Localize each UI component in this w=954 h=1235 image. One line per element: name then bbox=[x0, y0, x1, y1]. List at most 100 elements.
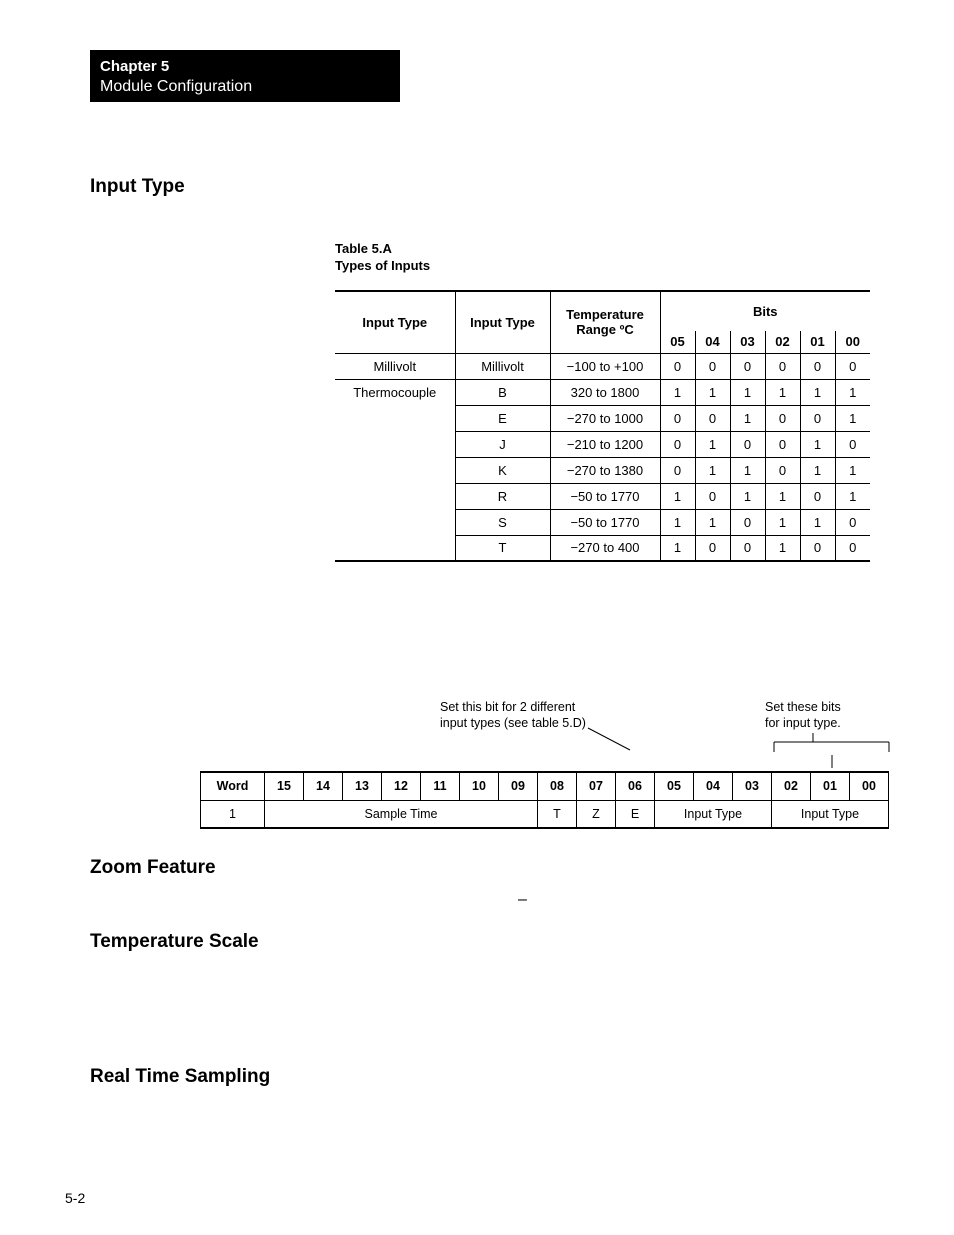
page-number: 5-2 bbox=[65, 1190, 85, 1206]
cell-bit: 1 bbox=[800, 509, 835, 535]
table-row: 1 Sample Time T Z E Input Type Input Typ… bbox=[201, 800, 889, 828]
th-bit-04: 04 bbox=[695, 331, 730, 353]
cell-type: S bbox=[455, 509, 550, 535]
cell-z: Z bbox=[577, 800, 616, 828]
section-heading-input-type: Input Type bbox=[90, 176, 185, 198]
annotation-line: for input type. bbox=[765, 716, 841, 730]
cell-input-type-a: Input Type bbox=[655, 800, 772, 828]
cell-bit: 1 bbox=[800, 431, 835, 457]
cell-bit: 0 bbox=[660, 353, 695, 379]
th-bit-02: 02 bbox=[772, 772, 811, 800]
cell-sample-time: Sample Time bbox=[265, 800, 538, 828]
cell-range: 320 to 1800 bbox=[550, 379, 660, 405]
th-bit-11: 11 bbox=[421, 772, 460, 800]
cell-bit: 0 bbox=[695, 405, 730, 431]
cell-bit: 0 bbox=[660, 457, 695, 483]
th-bit-01: 01 bbox=[800, 331, 835, 353]
cell-input-type-b: Input Type bbox=[772, 800, 889, 828]
th-word: Word bbox=[201, 772, 265, 800]
cell-type: K bbox=[455, 457, 550, 483]
table-5a: Input Type Input Type Temperature Range … bbox=[335, 290, 870, 562]
cell-bit: 0 bbox=[695, 483, 730, 509]
cell-bit: 1 bbox=[730, 379, 765, 405]
cell-bit: 1 bbox=[800, 379, 835, 405]
cell-bit: 1 bbox=[660, 535, 695, 561]
cell-bit: 1 bbox=[835, 483, 870, 509]
cell-type: B bbox=[455, 379, 550, 405]
th-bit-03: 03 bbox=[730, 331, 765, 353]
cell-bit: 1 bbox=[695, 379, 730, 405]
cell-bit: 0 bbox=[730, 509, 765, 535]
th-bit-04: 04 bbox=[694, 772, 733, 800]
annotation-line: input types (see table 5.D) bbox=[440, 716, 586, 730]
annotation-set-bit-two-types: Set this bit for 2 different input types… bbox=[440, 700, 620, 731]
cell-range: −210 to 1200 bbox=[550, 431, 660, 457]
cell-bit: 0 bbox=[835, 431, 870, 457]
cell-bit: 0 bbox=[730, 353, 765, 379]
th-input-type-b: Input Type bbox=[455, 291, 550, 353]
cell-bit: 1 bbox=[730, 457, 765, 483]
cell-range: −270 to 1000 bbox=[550, 405, 660, 431]
cell-type: E bbox=[455, 405, 550, 431]
cell-bit: 0 bbox=[765, 353, 800, 379]
th-temp-line1: Temperature bbox=[566, 307, 644, 322]
cell-bit: 1 bbox=[660, 483, 695, 509]
cell-bit: 0 bbox=[765, 431, 800, 457]
chapter-label: Chapter 5 bbox=[100, 57, 390, 77]
section-heading-zoom: Zoom Feature bbox=[90, 857, 216, 879]
table-row: Millivolt Millivolt −100 to +100 0 0 0 0… bbox=[335, 353, 870, 379]
cell-bit: 0 bbox=[800, 405, 835, 431]
cell-range: −100 to +100 bbox=[550, 353, 660, 379]
cell-type: T bbox=[455, 535, 550, 561]
cell-bit: 1 bbox=[695, 457, 730, 483]
table-5a-title-line1: Table 5.A bbox=[335, 241, 392, 256]
th-bit-06: 06 bbox=[616, 772, 655, 800]
cell-bit: 0 bbox=[800, 535, 835, 561]
cell-bit: 0 bbox=[765, 457, 800, 483]
cell-range: −270 to 1380 bbox=[550, 457, 660, 483]
annotation-line: Set this bit for 2 different bbox=[440, 700, 575, 714]
th-bit-09: 09 bbox=[499, 772, 538, 800]
cell-bit: 0 bbox=[660, 405, 695, 431]
dash-mark: – bbox=[518, 891, 527, 909]
cell-bit: 1 bbox=[695, 431, 730, 457]
cell-bit: 1 bbox=[660, 509, 695, 535]
th-bit-14: 14 bbox=[304, 772, 343, 800]
cell-bit: 1 bbox=[765, 379, 800, 405]
cell-bit: 1 bbox=[765, 509, 800, 535]
th-temp-range: Temperature Range ºC bbox=[550, 291, 660, 353]
cell-bit: 1 bbox=[835, 379, 870, 405]
cell-bit: 0 bbox=[800, 353, 835, 379]
cell-bit: 1 bbox=[730, 483, 765, 509]
cell-range: −50 to 1770 bbox=[550, 509, 660, 535]
th-bit-13: 13 bbox=[343, 772, 382, 800]
cell-bit: 1 bbox=[765, 483, 800, 509]
cell-cat: Thermocouple bbox=[335, 379, 455, 561]
cell-bit: 0 bbox=[730, 431, 765, 457]
th-bit-00: 00 bbox=[835, 331, 870, 353]
th-bit-02: 02 bbox=[765, 331, 800, 353]
cell-range: −270 to 400 bbox=[550, 535, 660, 561]
th-bit-15: 15 bbox=[265, 772, 304, 800]
cell-bit: 1 bbox=[835, 457, 870, 483]
th-bit-10: 10 bbox=[460, 772, 499, 800]
th-bit-05: 05 bbox=[655, 772, 694, 800]
cell-bit: 1 bbox=[730, 405, 765, 431]
cell-bit: 1 bbox=[660, 379, 695, 405]
table-row: Thermocouple B 320 to 1800 1 1 1 1 1 1 bbox=[335, 379, 870, 405]
th-bit-01: 01 bbox=[811, 772, 850, 800]
cell-t: T bbox=[538, 800, 577, 828]
th-bit-12: 12 bbox=[382, 772, 421, 800]
th-temp-line2: Range ºC bbox=[576, 322, 633, 337]
cell-e: E bbox=[616, 800, 655, 828]
annotation-set-bits-input-type: Set these bits for input type. bbox=[765, 700, 885, 731]
cell-bit: 0 bbox=[660, 431, 695, 457]
chapter-header: Chapter 5 Module Configuration bbox=[90, 50, 400, 102]
cell-bit: 1 bbox=[800, 457, 835, 483]
cell-bit: 0 bbox=[800, 483, 835, 509]
table-5a-title-line2: Types of Inputs bbox=[335, 258, 430, 273]
th-bit-00: 00 bbox=[850, 772, 889, 800]
cell-bit: 0 bbox=[835, 509, 870, 535]
cell-type: R bbox=[455, 483, 550, 509]
cell-range: −50 to 1770 bbox=[550, 483, 660, 509]
